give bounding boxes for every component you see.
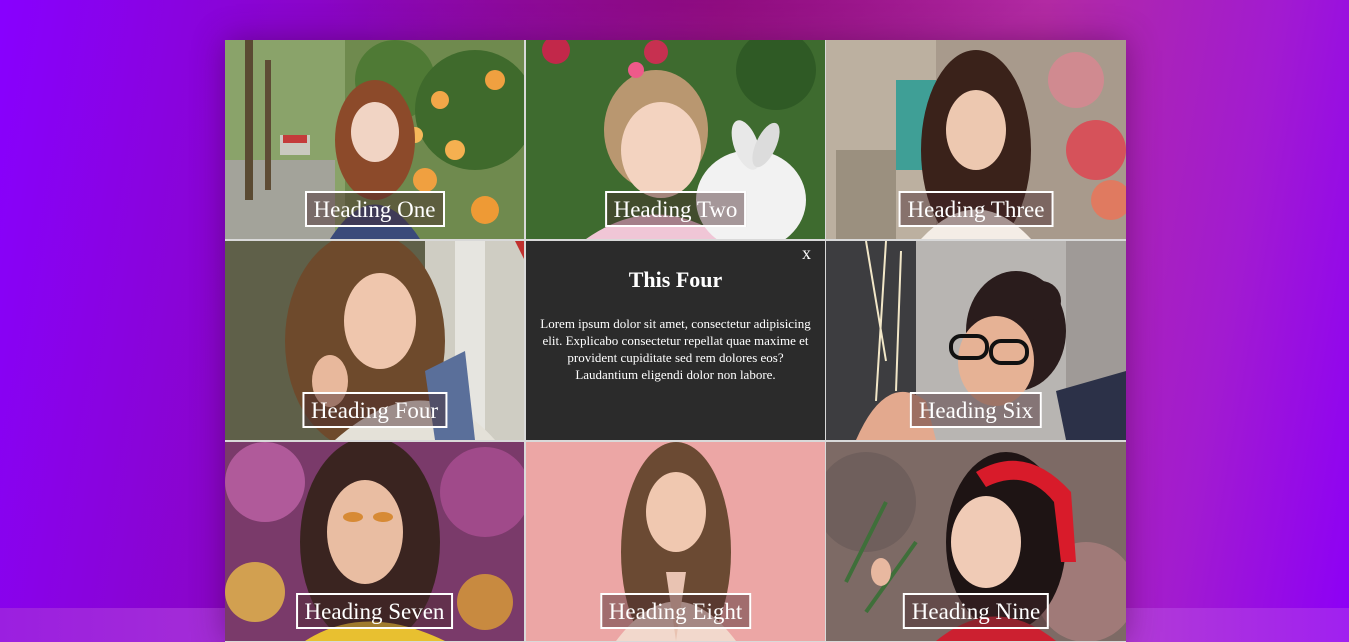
gallery-tile-four[interactable]: Heading Four <box>225 241 524 440</box>
gallery-tile-one[interactable]: Heading One <box>225 40 524 239</box>
tile-heading: Heading Two <box>604 191 747 227</box>
popup-title: This Four <box>628 267 723 292</box>
detail-popup: x This Four Lorem ipsum dolor sit amet, … <box>526 241 825 440</box>
tile-heading: Heading Six <box>909 392 1043 428</box>
gallery-tile-three[interactable]: Heading Three <box>826 40 1126 239</box>
tile-heading: Heading One <box>304 191 445 227</box>
tile-heading: Heading Nine <box>902 593 1050 629</box>
popup-description: Lorem ipsum dolor sit amet, consectetur … <box>540 316 811 382</box>
gallery-tile-eight[interactable]: Heading Eight <box>526 442 825 641</box>
tile-heading: Heading Eight <box>599 593 752 629</box>
gallery-tile-two[interactable]: Heading Two <box>526 40 825 239</box>
close-button[interactable]: x <box>802 243 811 264</box>
gallery-tile-seven[interactable]: Heading Seven <box>225 442 524 641</box>
tile-heading: Heading Four <box>301 392 448 428</box>
gallery-tile-nine[interactable]: Heading Nine <box>826 442 1126 641</box>
gallery-tile-detail: x This Four Lorem ipsum dolor sit amet, … <box>526 241 825 440</box>
image-gallery-grid: Heading One Heading Two Heading Three He… <box>225 40 1126 642</box>
tile-heading: Heading Seven <box>295 593 454 629</box>
tile-heading: Heading Three <box>898 191 1054 227</box>
gallery-tile-six[interactable]: Heading Six <box>826 241 1126 440</box>
